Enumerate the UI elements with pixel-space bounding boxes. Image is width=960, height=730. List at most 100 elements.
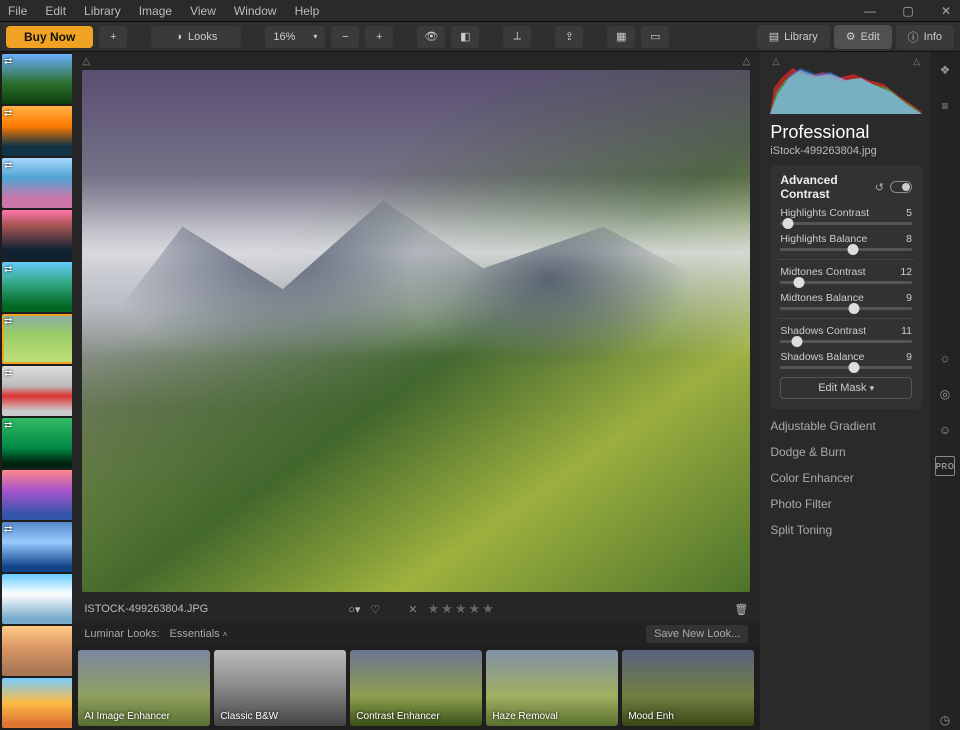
card-toggle[interactable] [890,181,912,193]
info-icon: ⓘ [908,29,919,45]
palette-icon[interactable]: ◎ [935,384,955,404]
thumbnail-1[interactable]: ⇄ [2,106,72,156]
main-photo[interactable] [82,70,750,592]
menu-file[interactable]: File [8,4,27,18]
edit-mask-button[interactable]: Edit Mask ▾ [780,377,912,399]
buy-now-button[interactable]: Buy Now [6,26,93,48]
tool-adjustable-gradient[interactable]: Adjustable Gradient [770,419,922,433]
tool-split-toning[interactable]: Split Toning [770,523,922,537]
window-minimize-icon[interactable]: — [864,5,876,17]
zoom-dropdown[interactable]: 16% ▾ [265,26,325,48]
sync-icon: ⇄ [4,56,12,67]
slider-thumb[interactable] [792,336,803,347]
star-2[interactable]: ★ [441,601,453,617]
trash-icon[interactable]: 🗑 [734,603,748,616]
clip-warning-right-icon[interactable]: △ [743,56,751,67]
thumbnail-2[interactable]: ⇄ [2,158,72,208]
tool-photo-filter[interactable]: Photo Filter [770,497,922,511]
layers-icon[interactable]: ❖ [935,60,955,80]
looks-category-dropdown[interactable]: Essentials ˄ [170,628,228,640]
histogram[interactable]: △△ [770,58,922,114]
sun-icon[interactable]: ☼ [935,348,955,368]
panel-filename: iStock-499263804.jpg [770,145,922,157]
look-preset-2[interactable]: Contrast Enhancer [350,650,482,726]
thumbnail-10[interactable] [2,574,72,624]
thumbnail-5[interactable]: ⇄ [2,314,72,364]
essentials-icon[interactable]: ≡ [935,96,955,116]
hist-clip-right-icon[interactable]: △ [913,56,920,67]
menu-view[interactable]: View [190,4,216,18]
reset-icon[interactable]: ↺ [875,181,884,194]
zoom-in-button[interactable]: + [365,26,393,48]
slider-track[interactable] [780,248,912,251]
slider-thumb[interactable] [849,362,860,373]
slider-track[interactable] [780,281,912,284]
add-button[interactable]: + [99,26,127,48]
menu-library[interactable]: Library [84,4,121,18]
look-preset-1[interactable]: Classic B&W [214,650,346,726]
pro-badge[interactable]: PRO [935,456,955,476]
single-view-button[interactable]: ▭ [641,26,669,48]
thumbnail-9[interactable]: ⇄ [2,522,72,572]
reject-icon[interactable]: ✕ [408,603,417,616]
menu-window[interactable]: Window [234,4,277,18]
crop-button[interactable]: ⟂ [503,26,531,48]
slider-track[interactable] [780,222,912,225]
mode-info-button[interactable]: ⓘ Info [896,25,954,49]
sync-icon: ⇄ [4,108,12,119]
looks-button[interactable]: ◑ Looks [151,26,241,48]
slider-thumb[interactable] [847,244,858,255]
thumbnail-11[interactable] [2,626,72,676]
window-close-icon[interactable]: ✕ [940,5,952,17]
star-1[interactable]: ★ [428,601,440,617]
menu-image[interactable]: Image [139,4,172,18]
slider-highlights-contrast: Highlights Contrast5 [780,207,912,225]
history-icon[interactable]: ◷ [935,710,955,730]
color-tag-icon[interactable]: ○▾ [348,603,360,616]
hist-clip-left-icon[interactable]: △ [772,56,779,67]
slider-thumb[interactable] [849,303,860,314]
menu-help[interactable]: Help [295,4,320,18]
slider-thumb[interactable] [793,277,804,288]
grid-view-button[interactable]: ▦ [607,26,635,48]
thumbnail-0[interactable]: ⇄ [2,54,72,104]
thumbnail-12[interactable] [2,678,72,728]
star-3[interactable]: ★ [455,601,467,617]
clip-warning-left-icon[interactable]: △ [82,56,90,67]
toolbar: Buy Now + ◑ Looks 16% ▾ − + 👁 ◧ ⟂ ⇪ ▦ ▭ … [0,22,960,52]
tool-dodge-burn[interactable]: Dodge & Burn [770,445,922,459]
look-preset-4[interactable]: Mood Enh [622,650,754,726]
slider-highlights-balance: Highlights Balance8 [780,233,912,251]
export-button[interactable]: ⇪ [555,26,583,48]
slider-thumb[interactable] [783,218,794,229]
slider-label: Highlights Contrast [780,207,869,219]
tool-color-enhancer[interactable]: Color Enhancer [770,471,922,485]
thumbnail-3[interactable] [2,210,72,260]
star-5[interactable]: ★ [482,601,494,617]
slider-track[interactable] [780,340,912,343]
compare-button[interactable]: ◧ [451,26,479,48]
filename-label: ISTOCK-499263804.JPG [84,603,208,615]
look-preset-3[interactable]: Haze Removal [486,650,618,726]
thumbnail-8[interactable] [2,470,72,520]
face-icon[interactable]: ☺ [935,420,955,440]
window-maximize-icon[interactable]: ▢ [902,5,914,17]
slider-track[interactable] [780,307,912,310]
mode-library-button[interactable]: ▤ Library [757,25,830,49]
zoom-out-button[interactable]: − [331,26,359,48]
save-look-button[interactable]: Save New Look... [646,625,748,643]
look-preset-0[interactable]: AI Image Enhancer [78,650,210,726]
mode-edit-button[interactable]: ⚙ Edit [834,25,892,49]
menu-edit[interactable]: Edit [45,4,66,18]
thumbnail-6[interactable]: ⇄ [2,366,72,416]
preview-toggle-button[interactable]: 👁 [417,26,445,48]
image-info-bar: ISTOCK-499263804.JPG ○▾ ♡ ✕ ★ ★ ★ ★ ★ 🗑 [72,596,760,622]
slider-track[interactable] [780,366,912,369]
favorite-icon[interactable]: ♡ [370,603,380,616]
slider-value: 9 [906,351,912,363]
star-4[interactable]: ★ [468,601,480,617]
slider-midtones-contrast: Midtones Contrast12 [780,266,912,284]
thumbnail-4[interactable]: ⇄ [2,262,72,312]
rating-stars[interactable]: ★ ★ ★ ★ ★ [428,601,494,617]
thumbnail-7[interactable]: ⇄ [2,418,72,468]
